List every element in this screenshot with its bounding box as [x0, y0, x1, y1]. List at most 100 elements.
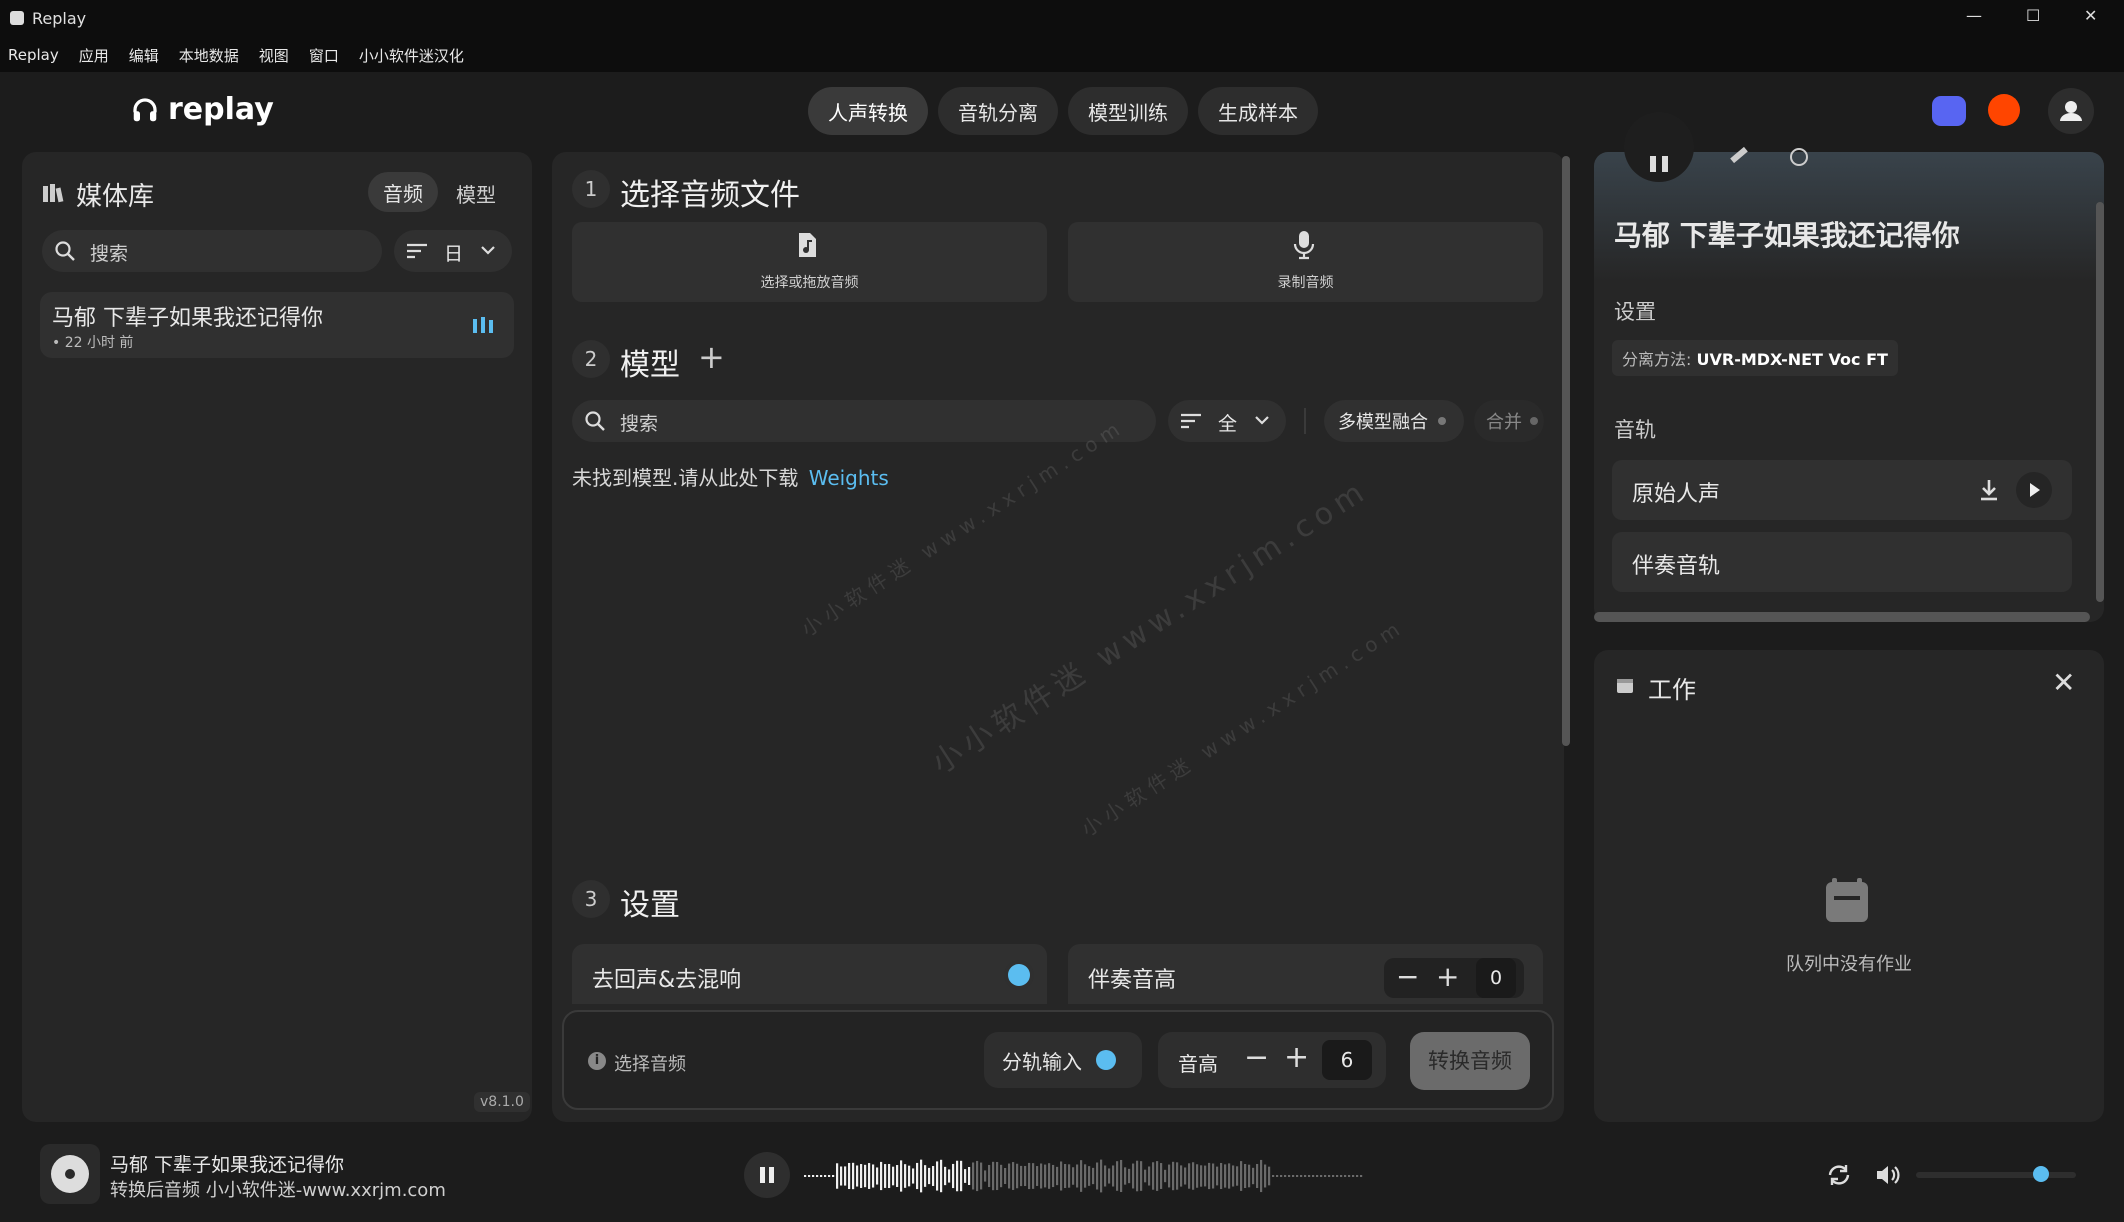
instrumental-pitch-value[interactable]: 0 [1476, 958, 1516, 998]
menu-replay[interactable]: Replay [8, 46, 59, 64]
multi-model-toggle[interactable]: 多模型融合 [1324, 400, 1464, 442]
waveform-bar [1228, 1163, 1231, 1189]
library-item[interactable]: 马郁 下辈子如果我还记得你 • 22 小时 前 [40, 292, 514, 358]
waveform-bar [856, 1165, 859, 1187]
minus-icon[interactable]: − [1396, 960, 1419, 993]
play-button[interactable] [2016, 472, 2052, 508]
menu-localization[interactable]: 小小软件迷汉化 [359, 45, 464, 66]
library-item-subtitle: • 22 小时 前 [52, 335, 134, 351]
library-panel: 媒体库 音频 模型 搜索 日 马郁 下辈子如果我还记得你 • 22 小时 前 v… [22, 152, 532, 1122]
plus-icon[interactable]: + [1284, 1040, 1309, 1075]
volume-slider[interactable] [1916, 1166, 2076, 1182]
refresh-icon[interactable] [1790, 148, 1808, 166]
waveform-bar [960, 1160, 963, 1192]
waveform-bar [1088, 1166, 1091, 1186]
waveform-bar [1200, 1165, 1203, 1187]
waveform-bar [1012, 1162, 1015, 1190]
waveform-bar [1140, 1161, 1143, 1191]
plus-icon[interactable]: + [1436, 960, 1459, 993]
microphone-icon [1293, 231, 1315, 260]
maximize-button[interactable]: ☐ [2026, 6, 2040, 25]
waveform-bar [840, 1166, 843, 1186]
menu-edit[interactable]: 编辑 [129, 45, 159, 66]
weights-link[interactable]: Weights [809, 466, 889, 490]
waveform-bar [996, 1161, 999, 1191]
waveform-bar [1148, 1166, 1151, 1186]
library-item-title: 马郁 下辈子如果我还记得你 [52, 306, 323, 331]
waveform-bar [1268, 1166, 1271, 1186]
tab-stem-separation[interactable]: 音轨分离 [938, 87, 1058, 135]
convert-panel: 1 选择音频文件 选择或拖放音频 录制音频 2 模型 + 搜索 全 多模型融合 … [552, 152, 1570, 1122]
dereverb-toggle[interactable] [1008, 964, 1030, 986]
loop-icon[interactable] [1826, 1162, 1852, 1188]
discord-icon[interactable] [1932, 96, 1966, 126]
pick-audio-button[interactable]: 选择或拖放音频 [572, 222, 1047, 302]
library-search[interactable]: 搜索 [42, 230, 382, 272]
add-model-button[interactable]: + [698, 338, 725, 376]
tab-model-training[interactable]: 模型训练 [1068, 87, 1188, 135]
sort-icon [1181, 413, 1201, 429]
method-value: UVR-MDX-NET Voc FT [1696, 350, 1888, 369]
scrollbar[interactable] [1562, 156, 1570, 746]
tab-voice-convert[interactable]: 人声转换 [808, 87, 928, 135]
calendar-icon [1617, 679, 1633, 693]
tab-generate-samples[interactable]: 生成样本 [1198, 87, 1318, 135]
minimize-button[interactable]: — [1966, 6, 1982, 25]
menu-app[interactable]: 应用 [79, 45, 109, 66]
library-sort-label: 日 [444, 243, 464, 265]
record-audio-button[interactable]: 录制音频 [1068, 222, 1543, 302]
menu-window[interactable]: 窗口 [309, 45, 339, 66]
waveform-bar [804, 1175, 807, 1177]
volume-icon[interactable] [1874, 1162, 1902, 1188]
waveform-bar [1176, 1162, 1179, 1190]
waveform-bar [916, 1162, 919, 1190]
waveform-bar [1168, 1164, 1171, 1188]
pitch-label: 音高 [1178, 1052, 1218, 1076]
waveform[interactable] [802, 1148, 1380, 1204]
account-button[interactable] [2048, 88, 2094, 134]
minus-icon[interactable]: − [1244, 1040, 1269, 1075]
convert-button[interactable]: 转换音频 [1410, 1032, 1530, 1090]
method-badge: 分离方法: UVR-MDX-NET Voc FT [1612, 340, 1898, 376]
waveform-bar [1100, 1159, 1103, 1193]
model-search[interactable]: 搜索 [572, 400, 1156, 442]
user-icon [2060, 101, 2082, 121]
waveform-bar [1008, 1163, 1011, 1189]
multi-model-label: 多模型融合 [1338, 412, 1428, 433]
waveform-bar [1016, 1163, 1019, 1189]
waveform-bar [1340, 1175, 1343, 1177]
volume-slider-knob[interactable] [2032, 1166, 2049, 1182]
library-sort-dropdown[interactable]: 日 [394, 230, 512, 272]
library-tab-model[interactable]: 模型 [456, 179, 496, 208]
merge-toggle[interactable]: 合并 [1474, 400, 1544, 442]
track-item[interactable]: 伴奏音轨 [1612, 532, 2072, 592]
waveform-bar [1208, 1162, 1211, 1190]
pitch-value[interactable]: 6 [1322, 1040, 1372, 1080]
close-button[interactable]: ✕ [2084, 6, 2097, 25]
download-icon[interactable] [1978, 478, 2000, 502]
jobs-title: 工作 [1648, 676, 1696, 704]
pick-audio-label: 选择或拖放音频 [760, 275, 859, 291]
waveform-bar [1308, 1175, 1311, 1177]
waveform-bar [1220, 1162, 1223, 1190]
edit-icon[interactable] [1730, 146, 1748, 164]
vertical-scrollbar[interactable] [2096, 202, 2104, 602]
waveform-bar [1356, 1175, 1359, 1177]
player-pause-button[interactable] [744, 1152, 790, 1198]
library-tab-audio[interactable]: 音频 [368, 172, 438, 212]
reddit-icon[interactable] [1988, 94, 2020, 126]
waveform-bar [820, 1175, 823, 1177]
waveform-bar [1324, 1175, 1327, 1177]
horizontal-scrollbar[interactable] [1594, 612, 2090, 622]
close-icon[interactable]: ✕ [2052, 666, 2075, 699]
menu-view[interactable]: 视图 [259, 45, 289, 66]
model-filter-dropdown[interactable]: 全 [1168, 400, 1286, 442]
split-input-toggle[interactable]: 分轨输入 [984, 1032, 1142, 1088]
menu-local-data[interactable]: 本地数据 [179, 45, 239, 66]
waveform-bar [1072, 1167, 1075, 1185]
waveform-bar [1188, 1163, 1191, 1189]
pause-button[interactable] [1624, 112, 1694, 182]
waveform-bar [836, 1163, 839, 1189]
dereverb-setting[interactable]: 去回声&去混响 [572, 944, 1047, 1004]
track-item[interactable]: 原始人声 [1612, 460, 2072, 520]
